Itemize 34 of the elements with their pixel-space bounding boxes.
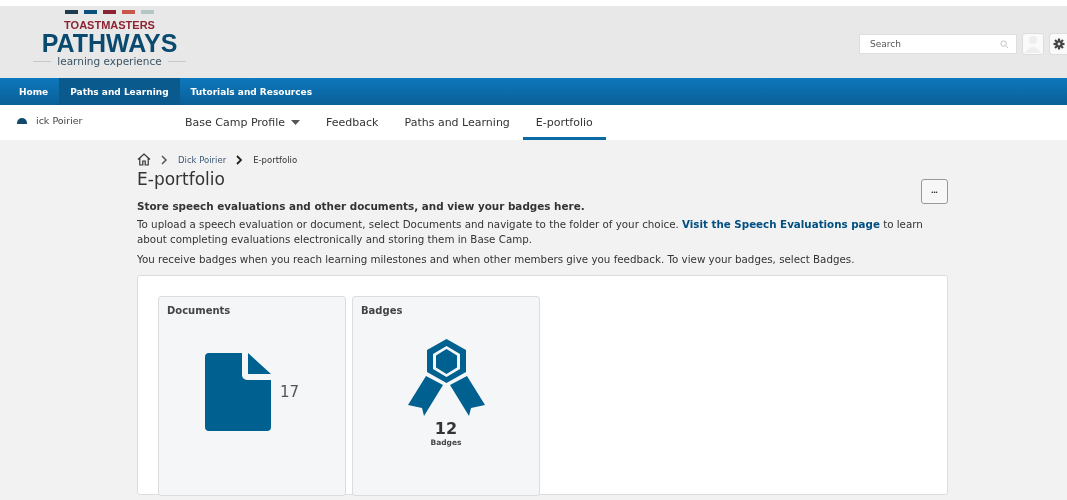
home-icon[interactable] [137,153,151,166]
tab[interactable]: Paths and Learning [391,108,523,140]
chevron-icon [236,154,244,165]
search-icon [1000,40,1009,49]
logo-tagline: learning experience [57,55,162,67]
tab[interactable]: Base Camp Profile [172,108,314,140]
speech-evaluations-link[interactable]: Visit the Speech Evaluations page [682,218,880,230]
chevron-icon [161,154,168,165]
badge-count: 12 [434,419,458,438]
intro-heading: Store speech evaluations and other documents, and view your badges here. [137,200,586,212]
avatar [17,118,27,124]
logo-brand: TOASTMASTERS [64,19,155,31]
tab[interactable]: Feedback [313,108,392,140]
intro-paragraph: To upload a speech evaluation or document, select Documents and navigate to the folder of your choice. Visit the Speech Evaluations page to learn about completing evaluations electronically and storing them in Base Camp. [137,217,924,247]
search-field[interactable]: Search [859,34,1017,54]
logo-title: PATHWAYS [41,31,178,55]
page-title: E-portfolio [137,169,225,189]
person-icon [1025,35,1041,53]
nav-item[interactable]: Paths and Learning [59,78,180,105]
settings-button[interactable] [1049,33,1067,55]
tile-title: Documents [167,305,232,316]
tab[interactable]: E-portfolio [522,108,606,140]
document-count: 17 [280,383,300,401]
nav-item[interactable]: Tutorials and Resources [179,78,324,105]
ribbon-badge-icon [407,339,485,416]
user-name: ick Poirier [36,115,83,126]
settings-icon [1052,38,1065,50]
breadcrumb-link[interactable]: Dick Poirier [178,154,227,165]
document-icon [205,353,271,431]
tile-card[interactable]: Documents 17 [158,296,346,496]
tile-title: Badges [361,305,404,316]
breadcrumb-current: E-portfolio [253,154,298,165]
nav-item[interactable]: Home [8,78,60,105]
badges-paragraph: You receive badges when you reach learning milestones and when other members give you feedback. To view your badges, select Badges. [137,252,856,267]
